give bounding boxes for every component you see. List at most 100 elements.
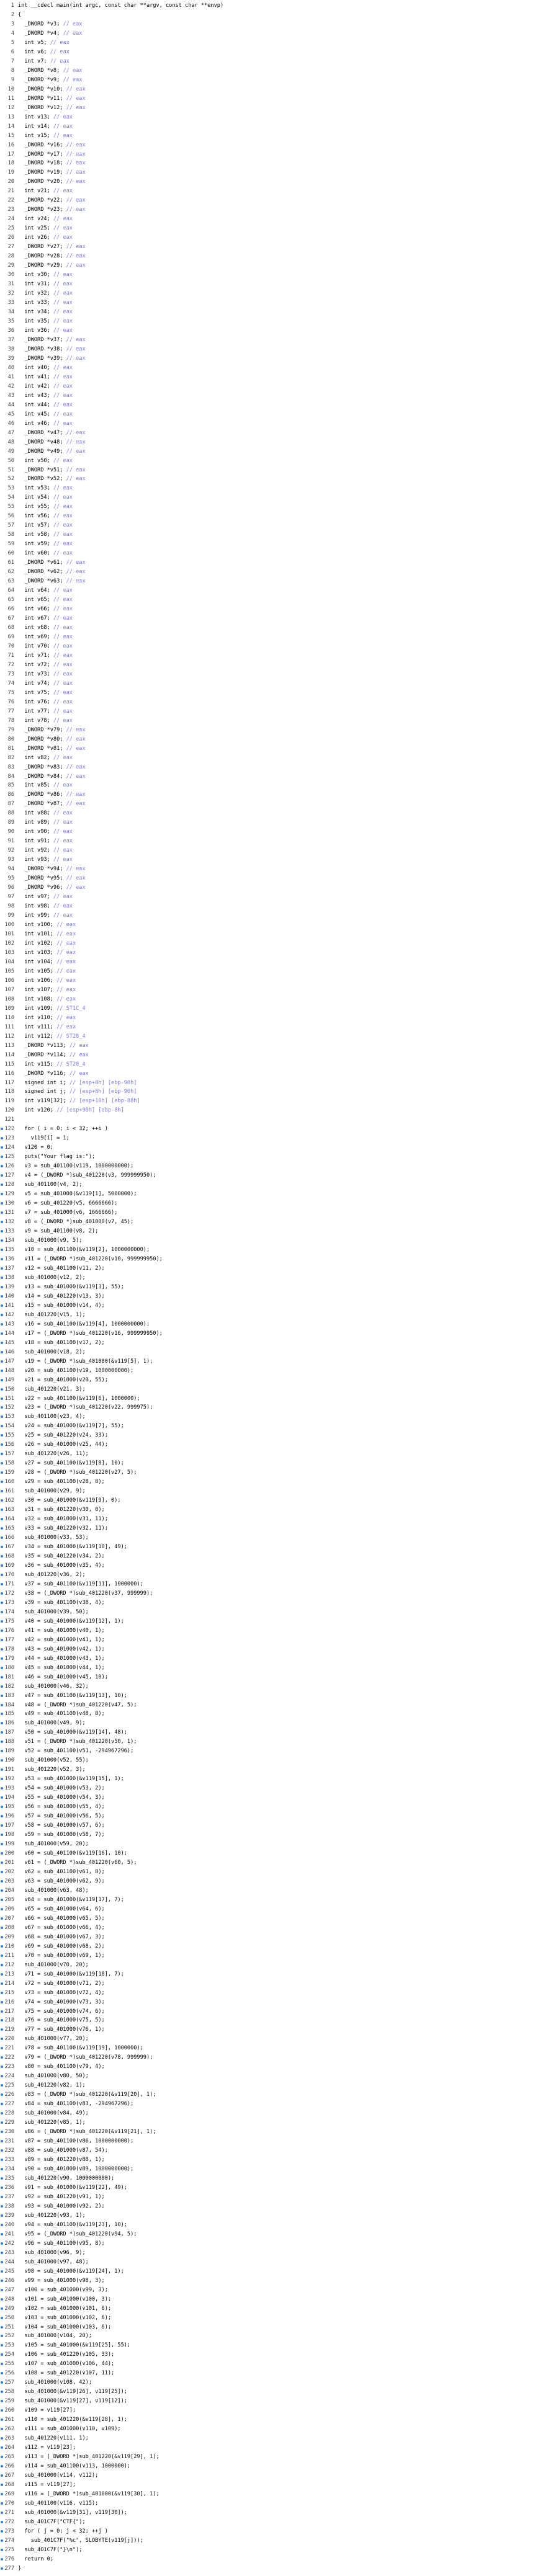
breakpoint-dot-icon[interactable] [1, 2381, 3, 2384]
breakpoint-dot-icon[interactable] [1, 1713, 3, 1716]
breakpoint-dot-icon[interactable] [1, 1935, 3, 1938]
breakpoint-dot-icon[interactable] [1, 1295, 3, 1298]
breakpoint-dot-icon[interactable] [1, 1638, 3, 1641]
breakpoint-dot-icon[interactable] [1, 1740, 3, 1744]
breakpoint-dot-icon[interactable] [1, 1815, 3, 1818]
breakpoint-dot-icon[interactable] [1, 2195, 3, 2198]
breakpoint-dot-icon[interactable] [1, 2548, 3, 2551]
breakpoint-dot-icon[interactable] [1, 1481, 3, 1484]
breakpoint-dot-icon[interactable] [1, 1861, 3, 1864]
breakpoint-dot-icon[interactable] [1, 1490, 3, 1493]
breakpoint-dot-icon[interactable] [1, 2204, 3, 2208]
breakpoint-dot-icon[interactable] [1, 1406, 3, 1409]
breakpoint-dot-icon[interactable] [1, 2177, 3, 2180]
breakpoint-dot-icon[interactable] [1, 1573, 3, 1576]
breakpoint-dot-icon[interactable] [1, 1703, 3, 1706]
breakpoint-dot-icon[interactable] [1, 2251, 3, 2254]
breakpoint-dot-icon[interactable] [1, 2066, 3, 2069]
breakpoint-dot-icon[interactable] [1, 1675, 3, 1678]
breakpoint-dot-icon[interactable] [1, 2260, 3, 2263]
breakpoint-dot-icon[interactable] [1, 1276, 3, 1279]
breakpoint-dot-icon[interactable] [1, 1620, 3, 1623]
breakpoint-dot-icon[interactable] [1, 1917, 3, 1920]
breakpoint-dot-icon[interactable] [1, 1267, 3, 1270]
breakpoint-dot-icon[interactable] [1, 2316, 3, 2319]
breakpoint-dot-icon[interactable] [1, 2140, 3, 2143]
breakpoint-dot-icon[interactable] [1, 2353, 3, 2356]
breakpoint-dot-icon[interactable] [1, 1722, 3, 1725]
breakpoint-dot-icon[interactable] [1, 2186, 3, 2189]
breakpoint-dot-icon[interactable] [1, 1193, 3, 1196]
breakpoint-dot-icon[interactable] [1, 1518, 3, 1521]
breakpoint-dot-icon[interactable] [1, 1174, 3, 1177]
breakpoint-dot-icon[interactable] [1, 2529, 3, 2533]
breakpoint-dot-icon[interactable] [1, 1610, 3, 1613]
breakpoint-dot-icon[interactable] [1, 1322, 3, 1326]
breakpoint-dot-icon[interactable] [1, 2344, 3, 2347]
breakpoint-dot-icon[interactable] [1, 1509, 3, 1512]
breakpoint-dot-icon[interactable] [1, 1434, 3, 1437]
breakpoint-dot-icon[interactable] [1, 2418, 3, 2422]
breakpoint-dot-icon[interactable] [1, 2131, 3, 2134]
breakpoint-dot-icon[interactable] [1, 1462, 3, 1465]
breakpoint-dot-icon[interactable] [1, 2103, 3, 2106]
breakpoint-dot-icon[interactable] [1, 1564, 3, 1567]
breakpoint-dot-icon[interactable] [1, 1982, 3, 1985]
breakpoint-dot-icon[interactable] [1, 2028, 3, 2031]
breakpoint-dot-icon[interactable] [1, 1536, 3, 1540]
breakpoint-dot-icon[interactable] [1, 2038, 3, 2041]
breakpoint-dot-icon[interactable] [1, 1239, 3, 1242]
breakpoint-dot-icon[interactable] [1, 1360, 3, 1363]
breakpoint-dot-icon[interactable] [1, 2465, 3, 2468]
breakpoint-dot-icon[interactable] [1, 2307, 3, 2310]
breakpoint-dot-icon[interactable] [1, 1304, 3, 1307]
breakpoint-dot-icon[interactable] [1, 2084, 3, 2087]
breakpoint-dot-icon[interactable] [1, 2502, 3, 2505]
breakpoint-dot-icon[interactable] [1, 1156, 3, 1159]
breakpoint-dot-icon[interactable] [1, 1963, 3, 1966]
breakpoint-dot-icon[interactable] [1, 1350, 3, 1353]
breakpoint-dot-icon[interactable] [1, 2446, 3, 2449]
breakpoint-dot-icon[interactable] [1, 1285, 3, 1288]
breakpoint-dot-icon[interactable] [1, 2056, 3, 2059]
breakpoint-dot-icon[interactable] [1, 1415, 3, 1419]
breakpoint-dot-icon[interactable] [1, 1750, 3, 1753]
breakpoint-dot-icon[interactable] [1, 1954, 3, 1957]
breakpoint-dot-icon[interactable] [1, 1248, 3, 1251]
breakpoint-dot-icon[interactable] [1, 1972, 3, 1976]
breakpoint-dot-icon[interactable] [1, 1926, 3, 1929]
breakpoint-dot-icon[interactable] [1, 1332, 3, 1335]
breakpoint-dot-icon[interactable] [1, 1666, 3, 1669]
breakpoint-dot-icon[interactable] [1, 2437, 3, 2440]
breakpoint-dot-icon[interactable] [1, 1313, 3, 1316]
breakpoint-dot-icon[interactable] [1, 1137, 3, 1140]
breakpoint-dot-icon[interactable] [1, 1211, 3, 1214]
breakpoint-dot-icon[interactable] [1, 1694, 3, 1697]
breakpoint-dot-icon[interactable] [1, 2297, 3, 2301]
breakpoint-dot-icon[interactable] [1, 2409, 3, 2412]
breakpoint-dot-icon[interactable] [1, 1397, 3, 1400]
breakpoint-dot-icon[interactable] [1, 2000, 3, 2003]
breakpoint-dot-icon[interactable] [1, 1471, 3, 1474]
breakpoint-dot-icon[interactable] [1, 2019, 3, 2022]
breakpoint-dot-icon[interactable] [1, 2363, 3, 2366]
breakpoint-dot-icon[interactable] [1, 1879, 3, 1883]
breakpoint-dot-icon[interactable] [1, 2539, 3, 2542]
breakpoint-dot-icon[interactable] [1, 2149, 3, 2152]
breakpoint-dot-icon[interactable] [1, 2428, 3, 2431]
breakpoint-dot-icon[interactable] [1, 2270, 3, 2273]
breakpoint-dot-icon[interactable] [1, 2159, 3, 2162]
breakpoint-dot-icon[interactable] [1, 1945, 3, 1948]
breakpoint-dot-icon[interactable] [1, 1601, 3, 1604]
breakpoint-dot-icon[interactable] [1, 1852, 3, 1855]
breakpoint-dot-icon[interactable] [1, 1889, 3, 1892]
breakpoint-dot-icon[interactable] [1, 1183, 3, 1187]
breakpoint-dot-icon[interactable] [1, 2242, 3, 2245]
breakpoint-dot-icon[interactable] [1, 1221, 3, 1224]
breakpoint-dot-icon[interactable] [1, 2372, 3, 2375]
breakpoint-dot-icon[interactable] [1, 1146, 3, 1149]
breakpoint-dot-icon[interactable] [1, 2483, 3, 2486]
breakpoint-dot-icon[interactable] [1, 1907, 3, 1910]
breakpoint-dot-icon[interactable] [1, 2223, 3, 2226]
breakpoint-dot-icon[interactable] [1, 2214, 3, 2217]
